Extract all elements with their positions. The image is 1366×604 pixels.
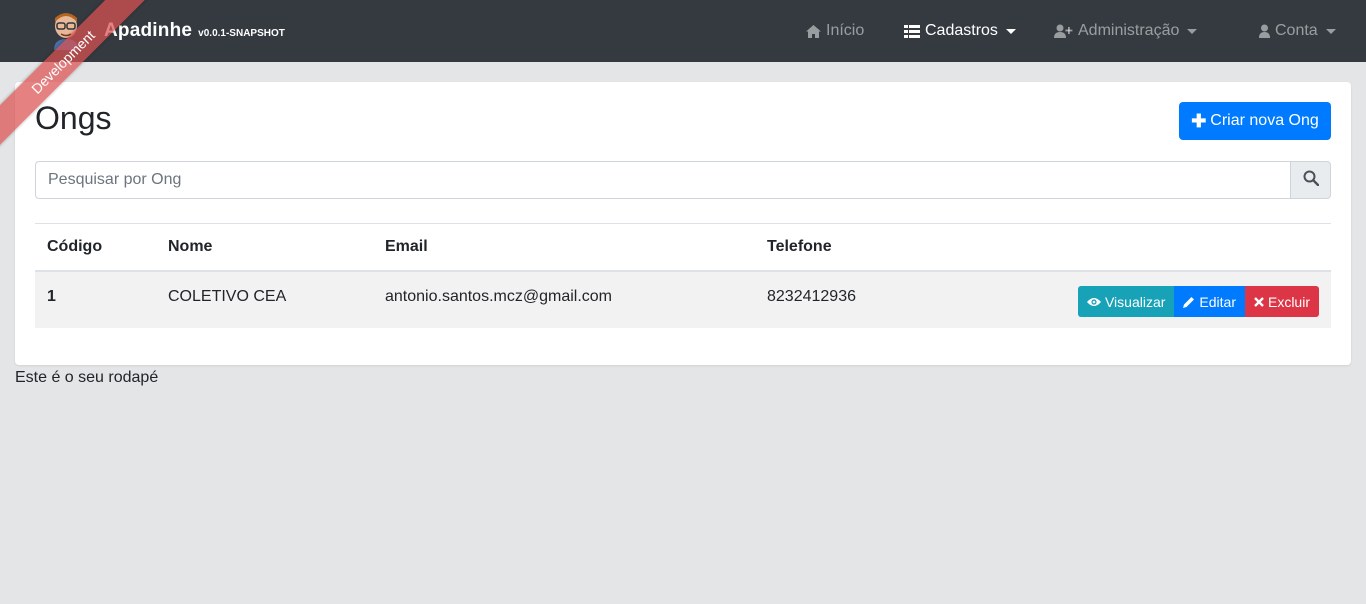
- cell-telefone: 8232412936: [767, 288, 856, 305]
- nav-conta-label: Conta: [1275, 22, 1318, 39]
- create-ong-label: Criar nova Ong: [1210, 112, 1319, 129]
- ongs-table: Código Nome Email Telefone 1 COLETIVO CE…: [35, 224, 1331, 328]
- table-header: Código Nome Email Telefone: [35, 224, 1331, 272]
- nav-administracao[interactable]: Administração: [1054, 19, 1198, 43]
- cell-nome: COLETIVO CEA: [168, 288, 287, 305]
- brand[interactable]: Apadinhe v0.0.1-SNAPSHOT: [50, 8, 285, 54]
- delete-label: Excluir: [1267, 293, 1310, 310]
- chevron-down-icon: [1005, 28, 1016, 34]
- brand-logo: [50, 12, 82, 50]
- user-icon: [1259, 24, 1270, 38]
- view-label: Visualizar: [1104, 293, 1166, 310]
- close-icon: [1254, 296, 1264, 307]
- delete-button[interactable]: Excluir: [1244, 286, 1319, 317]
- search-group: [35, 161, 1331, 199]
- eye-icon: [1086, 297, 1101, 307]
- table-row: 1 COLETIVO CEA antonio.santos.mcz@gmail.…: [35, 272, 1331, 328]
- nav-cadastros-label: Cadastros: [925, 22, 998, 39]
- footer: Este é o seu rodapé: [15, 369, 159, 386]
- chevron-down-icon: [1187, 28, 1198, 34]
- nav-cadastros[interactable]: Cadastros: [904, 19, 1016, 43]
- search-icon: [1303, 170, 1319, 191]
- list-icon: [904, 24, 920, 38]
- header-codigo[interactable]: Código: [35, 238, 156, 256]
- view-button[interactable]: Visualizar: [1077, 286, 1175, 317]
- nav-administracao-label: Administração: [1078, 22, 1180, 39]
- header-telefone[interactable]: Telefone: [755, 238, 1055, 256]
- chevron-down-icon: [1325, 28, 1336, 34]
- main-card: Ongs ✚ Criar nova Ong Código Nome Email …: [15, 82, 1351, 365]
- plus-icon: ✚: [1191, 110, 1207, 131]
- page-title: Ongs: [35, 100, 112, 136]
- edit-label: Editar: [1199, 293, 1236, 310]
- pencil-icon: [1183, 296, 1195, 308]
- brand-title: Apadinhe: [104, 20, 193, 41]
- cell-codigo: 1: [47, 288, 56, 305]
- search-input[interactable]: [35, 161, 1290, 199]
- user-plus-icon: [1054, 24, 1073, 38]
- nav-conta[interactable]: Conta: [1259, 19, 1336, 43]
- cell-email: antonio.santos.mcz@gmail.com: [385, 288, 612, 305]
- row-actions: Visualizar Editar Excluir: [1077, 286, 1319, 317]
- nav-inicio-label: Início: [826, 22, 865, 39]
- edit-button[interactable]: Editar: [1174, 286, 1245, 317]
- header-nome[interactable]: Nome: [156, 238, 373, 256]
- brand-version: v0.0.1-SNAPSHOT: [198, 27, 285, 39]
- search-button[interactable]: [1290, 161, 1331, 199]
- home-icon: [806, 24, 821, 38]
- navbar: Apadinhe v0.0.1-SNAPSHOT Início Cadastro…: [0, 0, 1366, 62]
- header-email[interactable]: Email: [373, 238, 755, 256]
- create-ong-button[interactable]: ✚ Criar nova Ong: [1179, 102, 1331, 140]
- nav-inicio[interactable]: Início: [806, 19, 864, 43]
